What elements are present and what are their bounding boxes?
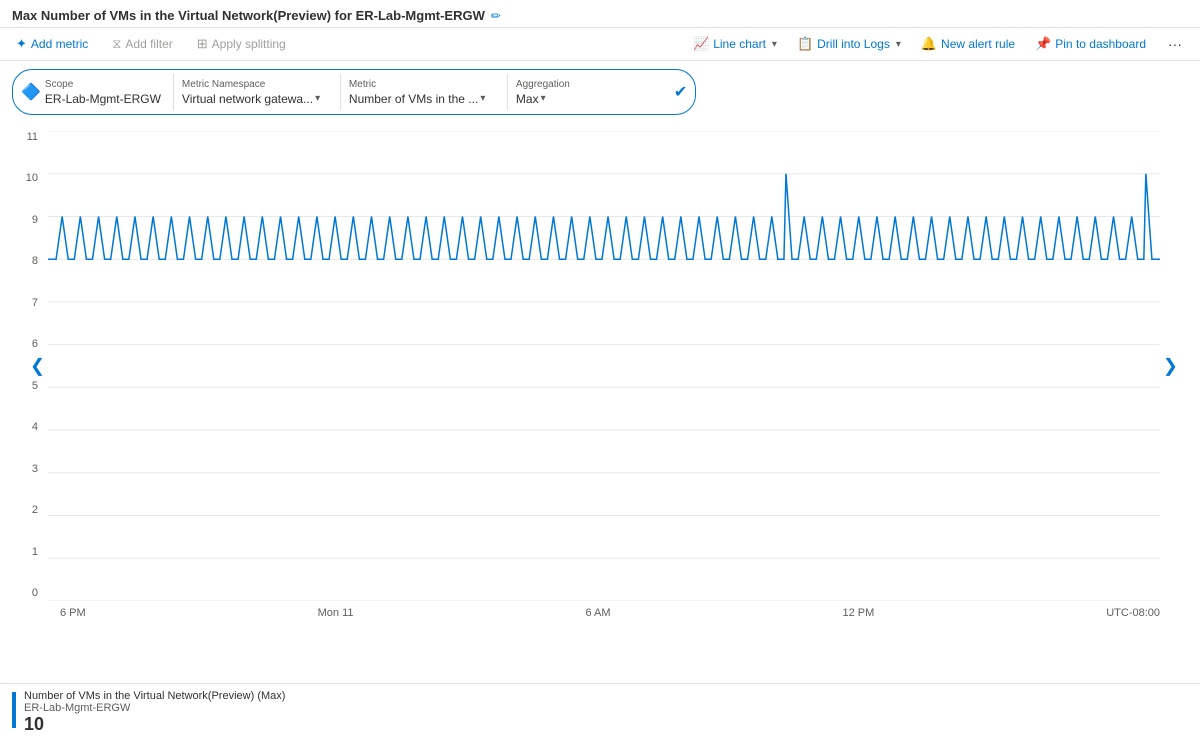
legend-item: Number of VMs in the Virtual Network(Pre… [12, 690, 1188, 735]
metric-value: Number of VMs in the ... [349, 92, 478, 106]
namespace-chevron: ▾ [315, 93, 320, 104]
pin-dashboard-icon: 📌 [1035, 36, 1051, 52]
y-label-6: 6 [32, 338, 38, 350]
metric-chevron: ▾ [480, 93, 485, 104]
y-label-7: 7 [32, 297, 38, 309]
y-label-2: 2 [32, 504, 38, 516]
separator-1 [173, 74, 174, 110]
legend-subtitle: ER-Lab-Mgmt-ERGW [24, 702, 285, 714]
legend-color-bar [12, 692, 16, 728]
add-filter-icon: ⧖ [112, 36, 121, 52]
y-label-4: 4 [32, 421, 38, 433]
line-chart-chevron: ▾ [772, 39, 777, 50]
metric-label: Metric [349, 79, 499, 90]
scope-label: Scope [45, 79, 165, 90]
apply-splitting-button[interactable]: ⊞ Apply splitting [193, 34, 290, 54]
metric-field: Metric Number of VMs in the ... ▾ [349, 79, 499, 106]
legend-value: 10 [24, 714, 285, 735]
new-alert-label: New alert rule [941, 37, 1015, 51]
aggregation-field: Aggregation Max ▾ [516, 79, 666, 106]
pin-dashboard-label: Pin to dashboard [1055, 37, 1146, 51]
legend-area: Number of VMs in the Virtual Network(Pre… [0, 683, 1200, 741]
x-axis: 6 PM Mon 11 6 AM 12 PM UTC-08:00 [0, 603, 1200, 619]
line-chart-icon: 📈 [693, 36, 709, 52]
legend-title: Number of VMs in the Virtual Network(Pre… [24, 690, 285, 702]
aggregation-label: Aggregation [516, 79, 666, 90]
y-label-11: 11 [27, 131, 38, 143]
chart-container: 11 10 9 8 7 6 5 4 3 2 1 0 ❮ ❯ [0, 123, 1200, 679]
metric-pill: 🔷 Scope Metric Namespace Virtual network… [12, 69, 696, 115]
x-label-mon11: Mon 11 [318, 607, 354, 619]
drill-logs-label: Drill into Logs [817, 37, 890, 51]
x-label-12pm: 12 PM [842, 607, 874, 619]
add-filter-label: Add filter [125, 37, 172, 51]
scope-input[interactable] [45, 92, 165, 106]
more-button[interactable]: ··· [1162, 34, 1188, 54]
nav-arrow-right[interactable]: ❯ [1163, 356, 1178, 377]
toolbar-right: 📈 Line chart ▾ 📋 Drill into Logs ▾ 🔔 New… [689, 34, 1188, 54]
page-title: Max Number of VMs in the Virtual Network… [12, 8, 485, 23]
x-label-6am: 6 AM [585, 607, 610, 619]
pin-dashboard-button[interactable]: 📌 Pin to dashboard [1031, 34, 1150, 54]
aggregation-chevron: ▾ [541, 93, 546, 104]
separator-2 [340, 74, 341, 110]
metric-dropdown[interactable]: Number of VMs in the ... ▾ [349, 92, 499, 106]
toolbar: ✦ Add metric ⧖ Add filter ⊞ Apply splitt… [0, 28, 1200, 61]
aggregation-value: Max [516, 92, 539, 106]
y-label-9: 9 [32, 214, 38, 226]
metric-row: 🔷 Scope Metric Namespace Virtual network… [0, 61, 1200, 123]
toolbar-left: ✦ Add metric ⧖ Add filter ⊞ Apply splitt… [12, 34, 290, 54]
drill-logs-button[interactable]: 📋 Drill into Logs ▾ [793, 34, 905, 54]
y-label-1: 1 [32, 546, 38, 558]
top-bar: Max Number of VMs in the Virtual Network… [0, 0, 1200, 28]
apply-splitting-icon: ⊞ [197, 36, 208, 52]
scope-icon: 🔷 [21, 82, 41, 102]
namespace-dropdown[interactable]: Virtual network gatewa... ▾ [182, 92, 332, 106]
edit-icon[interactable]: ✏ [491, 9, 501, 23]
namespace-field: Metric Namespace Virtual network gatewa.… [182, 79, 332, 106]
add-metric-button[interactable]: ✦ Add metric [12, 34, 92, 54]
line-chart-label: Line chart [713, 37, 766, 51]
add-filter-button[interactable]: ⧖ Add filter [108, 34, 177, 54]
separator-3 [507, 74, 508, 110]
new-alert-icon: 🔔 [921, 36, 937, 52]
y-label-5: 5 [32, 380, 38, 392]
y-label-10: 10 [26, 172, 38, 184]
x-label-utc: UTC-08:00 [1106, 607, 1160, 619]
drill-logs-icon: 📋 [797, 36, 813, 52]
drill-logs-chevron: ▾ [896, 39, 901, 50]
namespace-label: Metric Namespace [182, 79, 332, 90]
line-chart-svg [48, 131, 1160, 601]
add-metric-label: Add metric [31, 37, 88, 51]
x-label-6pm: 6 PM [60, 607, 86, 619]
namespace-value: Virtual network gatewa... [182, 92, 313, 106]
y-label-8: 8 [32, 255, 38, 267]
new-alert-button[interactable]: 🔔 New alert rule [917, 34, 1019, 54]
legend-text: Number of VMs in the Virtual Network(Pre… [24, 690, 285, 735]
y-label-3: 3 [32, 463, 38, 475]
check-icon: ✔ [674, 82, 687, 102]
line-chart-button[interactable]: 📈 Line chart ▾ [689, 34, 781, 54]
scope-field: Scope [45, 79, 165, 106]
add-metric-icon: ✦ [16, 36, 27, 52]
aggregation-dropdown[interactable]: Max ▾ [516, 92, 666, 106]
chart-plot: ❮ ❯ [48, 131, 1160, 601]
y-label-0: 0 [32, 587, 38, 599]
nav-arrow-left[interactable]: ❮ [30, 356, 45, 377]
title-area: Max Number of VMs in the Virtual Network… [12, 8, 501, 23]
apply-splitting-label: Apply splitting [212, 37, 286, 51]
